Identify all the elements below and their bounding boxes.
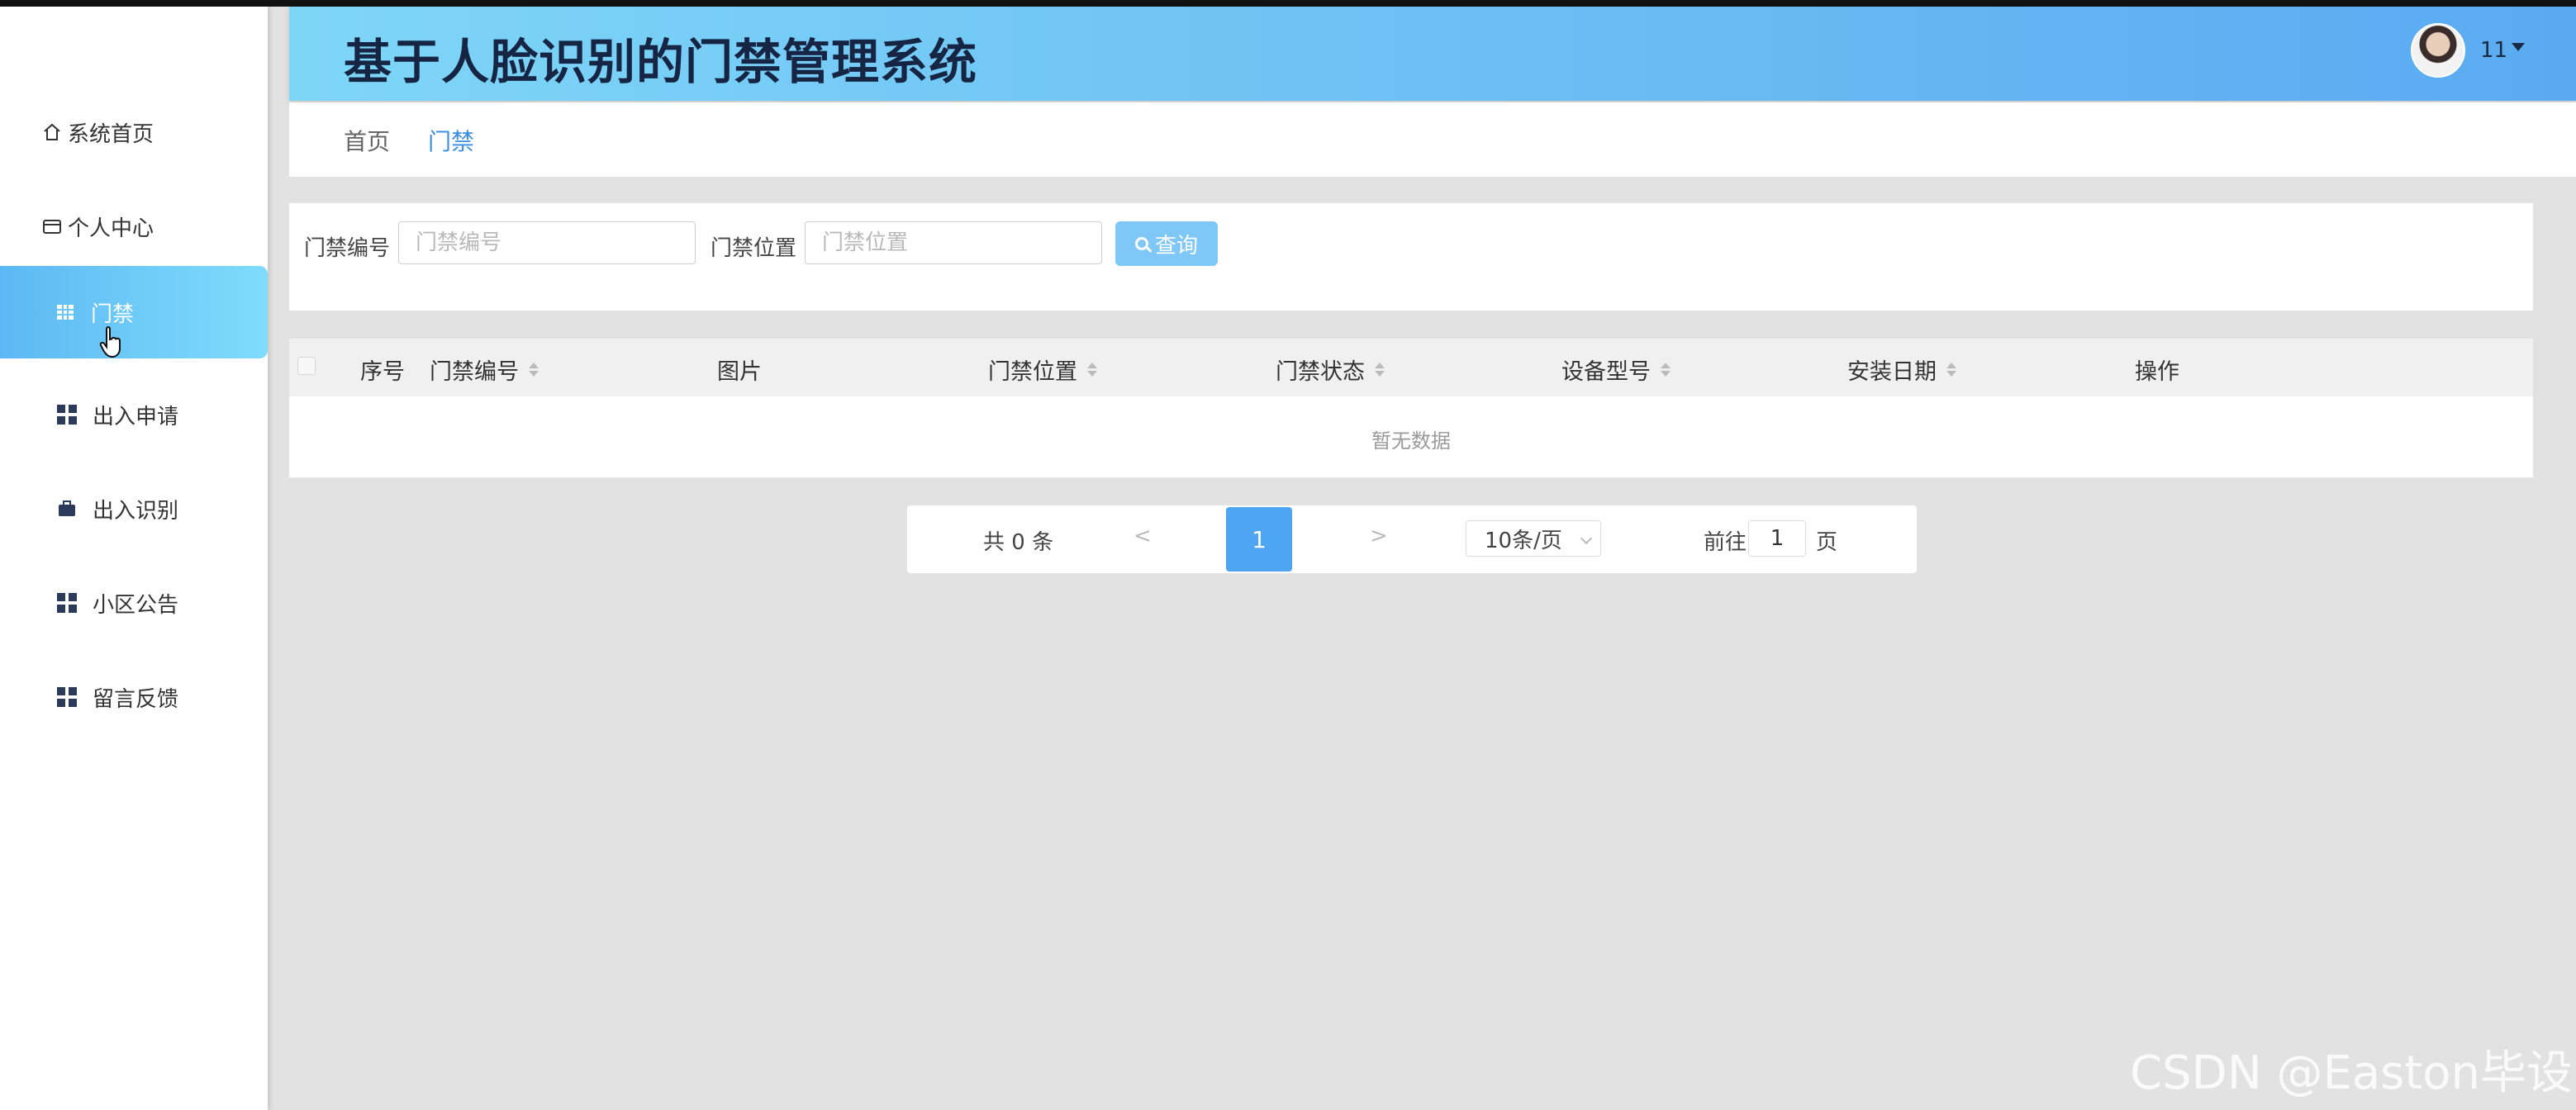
sidebar-item-entry-recognition[interactable]: 出入识别 [0,462,268,555]
search-icon [1134,237,1148,250]
chevron-down-icon [1580,532,1593,545]
breadcrumb-current: 门禁 [428,128,475,155]
query-button-label: 查询 [1154,233,1198,259]
sidebar-item-announcement[interactable]: 小区公告 [0,557,268,649]
location-input[interactable] [805,221,1102,264]
column-header[interactable]: 门禁状态 [1276,353,1385,386]
sidebar-item-feedback[interactable]: 留言反馈 [0,651,268,743]
sidebar-item-label: 门禁 [91,301,135,327]
sidebar-item-home[interactable]: 系统首页 [0,86,268,178]
sidebar-item-access[interactable]: 门禁 [0,266,268,358]
code-input[interactable] [398,221,696,264]
sidebar-item-label: 个人中心 [68,216,154,241]
sidebar-item-profile[interactable]: 个人中心 [0,180,268,273]
user-avatar[interactable] [2411,23,2465,78]
grid-icon [56,686,78,708]
sidebar: 系统首页 个人中心 门禁 出入申请 出入识别 小区公告 留言反馈 [0,7,268,1110]
next-page-button[interactable]: > [1370,524,1388,548]
home-icon [41,121,63,143]
goto-label: 前往 [1704,530,1747,555]
sort-icon[interactable] [1946,363,1956,377]
grid-icon [56,592,78,614]
sort-icon[interactable] [529,363,539,377]
column-header[interactable]: 门禁编号 [430,353,539,386]
hand-cursor-icon [99,326,121,358]
search-form: 门禁编号 门禁位置 查询 [289,203,2533,311]
sidebar-item-label: 留言反馈 [93,686,179,712]
empty-text: 暂无数据 [1371,429,1451,453]
watermark: CSDN @Easton毕设 [2130,1046,2574,1100]
location-label: 门禁位置 [711,236,797,261]
caret-down-icon[interactable] [2512,43,2525,51]
sidebar-item-label: 系统首页 [68,121,154,147]
column-header: 序号 [360,359,405,385]
briefcase-icon [56,498,78,519]
column-header: 图片 [717,359,762,385]
sidebar-item-label: 出入识别 [93,498,179,524]
column-header: 操作 [2135,359,2179,385]
select-all-checkbox[interactable] [297,357,316,375]
page-number-button[interactable]: 1 [1226,507,1292,572]
sort-icon[interactable] [1661,363,1671,377]
prev-page-button[interactable]: < [1134,524,1152,548]
sidebar-item-entry-request[interactable]: 出入申请 [0,368,268,461]
data-table: 序号 门禁编号 图片 门禁位置 门禁状态 设备型号 安装日期 操作 暂无数据 [289,339,2533,477]
query-button[interactable]: 查询 [1115,221,1218,266]
breadcrumb-home[interactable]: 首页 [344,124,390,157]
sort-icon[interactable] [1087,363,1097,377]
column-header[interactable]: 设备型号 [1561,353,1671,386]
column-header[interactable]: 门禁位置 [988,353,1097,386]
goto-suffix: 页 [1816,530,1838,555]
total-count: 共 0 条 [983,530,1054,555]
breadcrumb: 首页 门禁 [289,102,2576,177]
app-title: 基于人脸识别的门禁管理系统 [344,34,978,90]
window-top-bar [0,0,2576,7]
page-size-select[interactable]: 10条/页 [1466,520,1601,557]
grid-icon [56,404,78,425]
sidebar-item-label: 小区公告 [93,592,179,618]
app-header: 基于人脸识别的门禁管理系统 [289,7,2576,101]
goto-page-input[interactable] [1748,520,1806,557]
table-header: 序号 门禁编号 图片 门禁位置 门禁状态 设备型号 安装日期 操作 [289,339,2533,396]
code-label: 门禁编号 [304,236,391,261]
page-size-value: 10条/页 [1485,528,1562,553]
sidebar-item-label: 出入申请 [93,404,179,429]
user-name[interactable]: 11 [2480,38,2507,63]
pagination: 共 0 条 < 1 > 10条/页 前往 页 [907,505,1917,573]
card-icon [41,216,63,237]
column-header[interactable]: 安装日期 [1847,353,1956,386]
grid-icon [55,301,76,323]
sort-icon[interactable] [1375,363,1385,377]
